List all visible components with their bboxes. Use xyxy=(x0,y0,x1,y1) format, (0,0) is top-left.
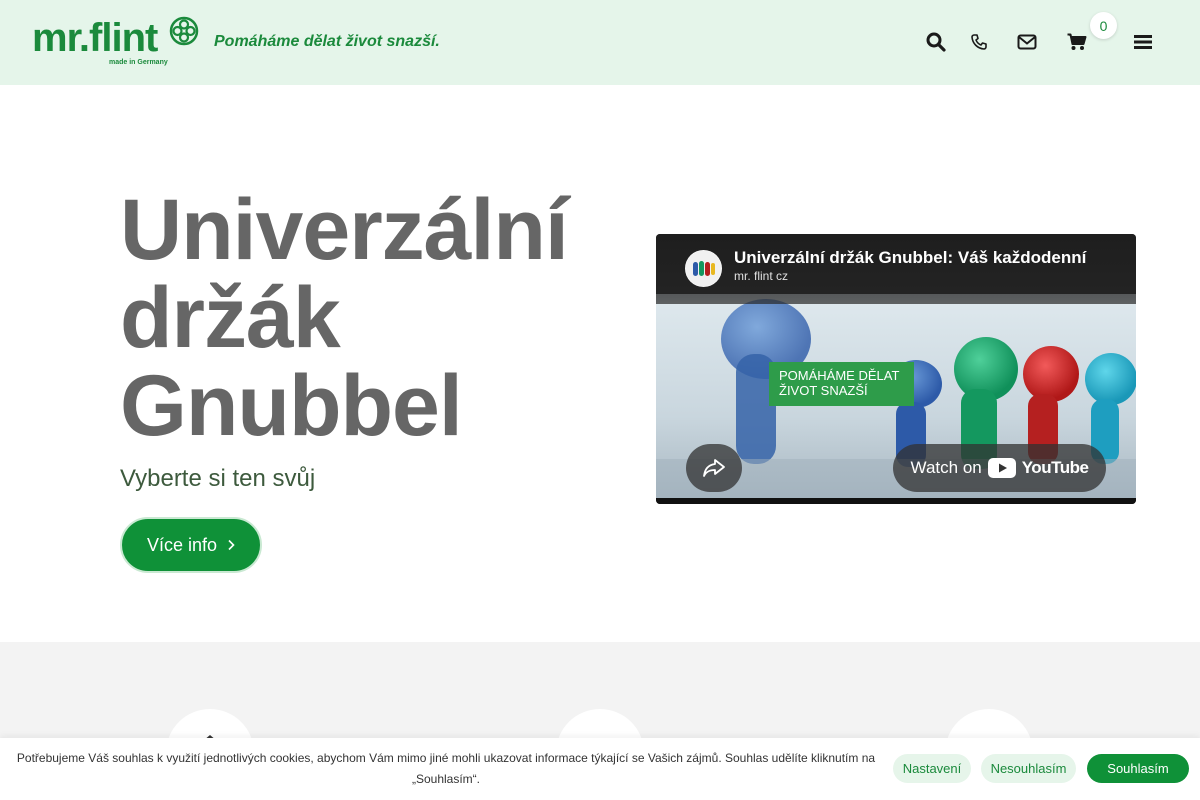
watch-on-label: Watch on xyxy=(910,458,982,477)
cookie-decline-button[interactable]: Nesouhlasím xyxy=(981,754,1076,783)
video-overlay-text: POMÁHÁME DĚLAT ŽIVOT SNAZŠÍ xyxy=(769,362,914,406)
chevron-right-icon xyxy=(228,539,235,551)
video-title[interactable]: Univerzální držák Gnubbel: Váš každodenn… xyxy=(734,248,1114,268)
hero-title-line: Gnubbel xyxy=(120,358,463,454)
hero-title: Univerzální držák Gnubbel xyxy=(120,186,620,450)
logo-text: mr.flint xyxy=(32,16,158,60)
video-top-bar xyxy=(656,234,1136,304)
hero-title-line: Univerzální xyxy=(120,182,569,278)
youtube-wordmark: YouTube xyxy=(1021,458,1089,477)
cart-count-badge: 0 xyxy=(1090,12,1117,39)
site-header: mr.flint made in Germany Pomáháme dělat … xyxy=(0,0,1200,85)
cart-icon[interactable] xyxy=(1065,30,1089,54)
phone-icon[interactable] xyxy=(967,30,991,54)
logo[interactable]: mr.flint made in Germany xyxy=(32,16,202,70)
video-progress-area xyxy=(656,498,1136,504)
cookie-consent-bar: Potřebujeme Váš souhlas k využití jednot… xyxy=(0,738,1200,800)
mail-icon[interactable] xyxy=(1015,30,1039,54)
youtube-video-embed[interactable]: Univerzální držák Gnubbel: Váš každodenn… xyxy=(656,234,1136,504)
search-icon[interactable] xyxy=(924,30,948,54)
more-info-button[interactable]: Více info xyxy=(120,517,262,573)
share-button[interactable] xyxy=(686,444,742,492)
hero-title-line: držák xyxy=(120,270,341,366)
cookie-settings-button[interactable]: Nastavení xyxy=(893,754,971,783)
youtube-play-icon xyxy=(987,458,1016,478)
channel-avatar[interactable] xyxy=(685,250,722,287)
page: mr.flint made in Germany Pomáháme dělat … xyxy=(0,0,1200,800)
cookie-accept-button[interactable]: Souhlasím xyxy=(1087,754,1189,783)
tagline: Pomáháme dělat život snazší. xyxy=(214,33,440,50)
logo-subtext: made in Germany xyxy=(109,59,168,66)
watch-on-youtube-button[interactable]: Watch on YouTube xyxy=(893,444,1106,492)
menu-icon[interactable] xyxy=(1131,30,1155,54)
share-icon xyxy=(703,459,725,477)
hero-subtitle: Vyberte si ten svůj xyxy=(120,465,316,492)
video-channel-name[interactable]: mr. flint cz xyxy=(734,269,788,283)
logo-flower-icon xyxy=(169,16,199,46)
more-info-label: Více info xyxy=(146,534,218,555)
cookie-consent-text: Potřebujeme Váš souhlas k využití jednot… xyxy=(16,751,876,786)
